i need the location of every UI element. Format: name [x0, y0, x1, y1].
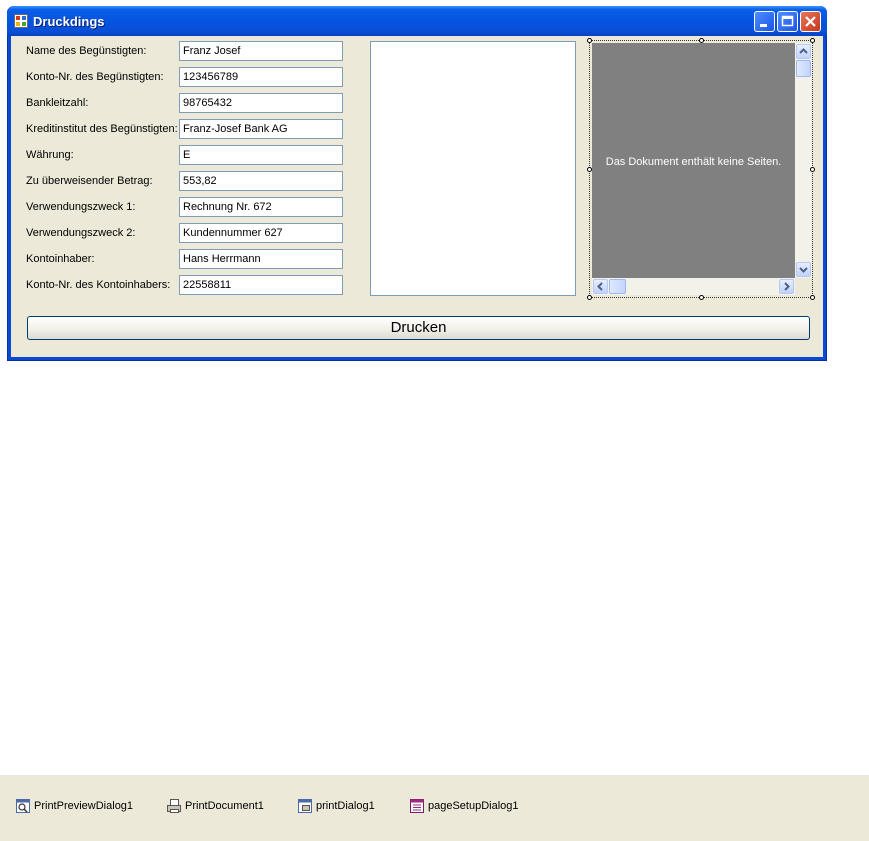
app-icon: [14, 14, 28, 28]
window-title: Druckdings: [33, 14, 105, 29]
scrollbar-corner: [795, 278, 812, 295]
preview-canvas: Das Dokument enthält keine Seiten.: [592, 43, 795, 278]
print-preview-icon: [16, 799, 30, 813]
label-beneficiary-account: Konto-Nr. des Begünstigten:: [26, 71, 164, 83]
app-window: Druckdings Name des Begünstigten: Franz …: [7, 6, 827, 361]
scroll-left-button[interactable]: [593, 279, 608, 294]
label-currency: Währung:: [26, 149, 74, 161]
close-button[interactable]: [800, 11, 821, 32]
holder-account-input[interactable]: 22558811: [179, 275, 343, 295]
resize-handle-w[interactable]: [587, 167, 592, 172]
purpose-1-input[interactable]: Rechnung Nr. 672: [179, 197, 343, 217]
tray-item-label: printDialog1: [316, 800, 375, 812]
label-purpose-2: Verwendungszweck 2:: [26, 227, 136, 239]
print-document-icon: [167, 799, 181, 813]
print-button[interactable]: Drucken: [27, 316, 810, 340]
tray-item-label: PrintPreviewDialog1: [34, 800, 134, 812]
chevron-right-icon: [784, 282, 790, 291]
label-purpose-1: Verwendungszweck 1:: [26, 201, 136, 213]
tray-item-label: PrintDocument1: [185, 800, 264, 812]
chevron-up-icon: [799, 48, 808, 54]
resize-handle-sw[interactable]: [587, 295, 592, 300]
resize-handle-s[interactable]: [699, 295, 704, 300]
horizontal-scrollbar[interactable]: [592, 278, 795, 295]
minimize-button[interactable]: [754, 11, 775, 32]
account-holder-input[interactable]: Hans Herrmann: [179, 249, 343, 269]
label-holder-account: Konto-Nr. des Kontoinhabers:: [26, 279, 171, 291]
horizontal-scroll-thumb[interactable]: [609, 279, 626, 294]
minimize-icon: [760, 24, 767, 27]
maximize-button[interactable]: [777, 11, 798, 32]
scroll-right-button[interactable]: [779, 279, 794, 294]
print-preview-control[interactable]: Das Dokument enthält keine Seiten.: [589, 40, 813, 298]
label-beneficiary-name: Name des Begünstigten:: [26, 45, 147, 57]
scroll-down-button[interactable]: [796, 262, 811, 277]
scroll-up-button[interactable]: [796, 44, 811, 59]
label-bank-code: Bankleitzahl:: [26, 97, 89, 109]
vertical-scroll-thumb[interactable]: [796, 60, 811, 77]
print-dialog-icon: [298, 799, 312, 813]
page-setup-icon: [410, 799, 424, 813]
resize-handle-n[interactable]: [699, 38, 704, 43]
maximize-icon: [781, 15, 794, 27]
amount-input[interactable]: 553,82: [179, 171, 343, 191]
chevron-down-icon: [799, 267, 808, 273]
beneficiary-bank-input[interactable]: Franz-Josef Bank AG: [179, 119, 343, 139]
title-bar[interactable]: Druckdings: [7, 6, 827, 36]
form-client-area: Name des Begünstigten: Franz Josef Konto…: [11, 36, 823, 357]
currency-input[interactable]: E: [179, 145, 343, 165]
chevron-left-icon: [597, 282, 603, 291]
vertical-scrollbar[interactable]: [795, 43, 812, 278]
label-account-holder: Kontoinhaber:: [26, 253, 95, 265]
resize-handle-e[interactable]: [810, 167, 815, 172]
bank-code-input[interactable]: 98765432: [179, 93, 343, 113]
component-tray: PrintPreviewDialog1 PrintDocument1 print…: [0, 775, 869, 841]
close-icon: [805, 16, 816, 27]
label-beneficiary-bank: Kreditinstitut des Begünstigten:: [26, 123, 178, 135]
beneficiary-account-input[interactable]: 123456789: [179, 67, 343, 87]
empty-list-box[interactable]: [370, 41, 576, 296]
beneficiary-name-input[interactable]: Franz Josef: [179, 41, 343, 61]
purpose-2-input[interactable]: Kundennummer 627: [179, 223, 343, 243]
resize-handle-nw[interactable]: [587, 38, 592, 43]
preview-empty-message: Das Dokument enthält keine Seiten.: [605, 156, 782, 168]
tray-item-label: pageSetupDialog1: [428, 800, 519, 812]
label-amount: Zu überweisender Betrag:: [26, 175, 153, 187]
resize-handle-ne[interactable]: [810, 38, 815, 43]
resize-handle-se[interactable]: [810, 295, 815, 300]
